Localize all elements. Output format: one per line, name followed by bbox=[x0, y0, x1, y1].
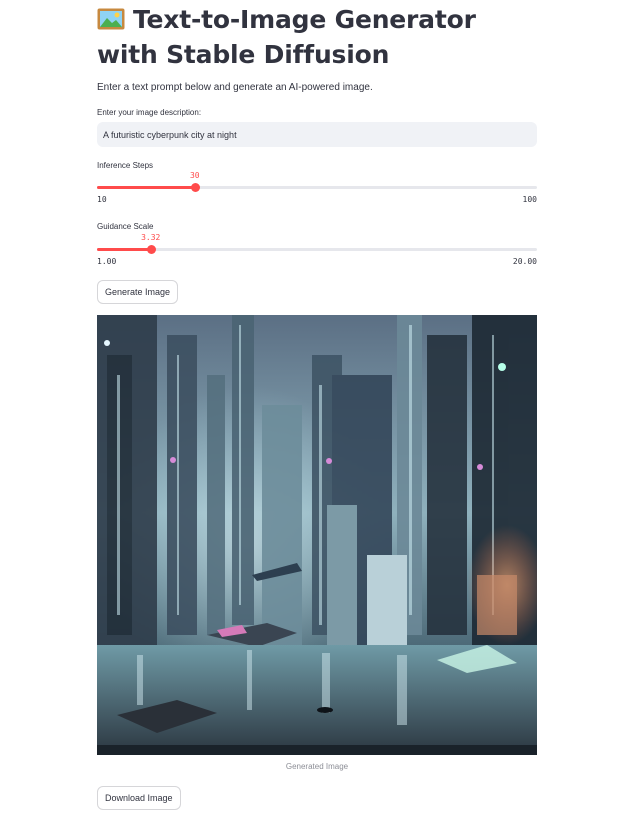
guidance-scale-track[interactable] bbox=[97, 248, 537, 251]
page-title-text: Text-to-Image Generator with Stable Diff… bbox=[97, 5, 476, 69]
generate-image-button[interactable]: Generate Image bbox=[97, 280, 179, 304]
inference-steps-max: 100 bbox=[522, 195, 537, 204]
guidance-scale-min: 1.00 bbox=[97, 257, 117, 266]
app-page: Text-to-Image Generator with Stable Diff… bbox=[0, 0, 625, 836]
guidance-scale-value: 3.32 bbox=[141, 233, 161, 242]
main-content: Text-to-Image Generator with Stable Diff… bbox=[97, 0, 537, 810]
guidance-scale-max: 20.00 bbox=[512, 257, 537, 266]
guidance-scale-fill bbox=[97, 248, 151, 251]
cyberpunk-city-image bbox=[97, 315, 537, 755]
guidance-scale-thumb[interactable] bbox=[146, 245, 156, 254]
page-description: Enter a text prompt below and generate a… bbox=[97, 82, 373, 93]
download-image-button[interactable]: Download Image bbox=[97, 786, 181, 810]
inference-steps-min: 10 bbox=[97, 195, 107, 204]
page-title: Text-to-Image Generator with Stable Diff… bbox=[97, 0, 537, 72]
inference-steps-slider[interactable]: 30 10 100 bbox=[97, 168, 537, 208]
prompt-input[interactable] bbox=[97, 122, 537, 147]
inference-steps-fill bbox=[97, 186, 195, 189]
inference-steps-value: 30 bbox=[189, 171, 200, 180]
inference-steps-thumb[interactable] bbox=[190, 183, 200, 192]
image-caption: Generated Image bbox=[285, 762, 349, 771]
inference-steps-track[interactable] bbox=[97, 186, 537, 189]
generated-image bbox=[97, 315, 537, 755]
framed-picture-icon bbox=[97, 8, 125, 30]
guidance-scale-slider[interactable]: 3.32 1.00 20.00 bbox=[97, 230, 537, 270]
prompt-label: Enter your image description: bbox=[97, 108, 202, 117]
